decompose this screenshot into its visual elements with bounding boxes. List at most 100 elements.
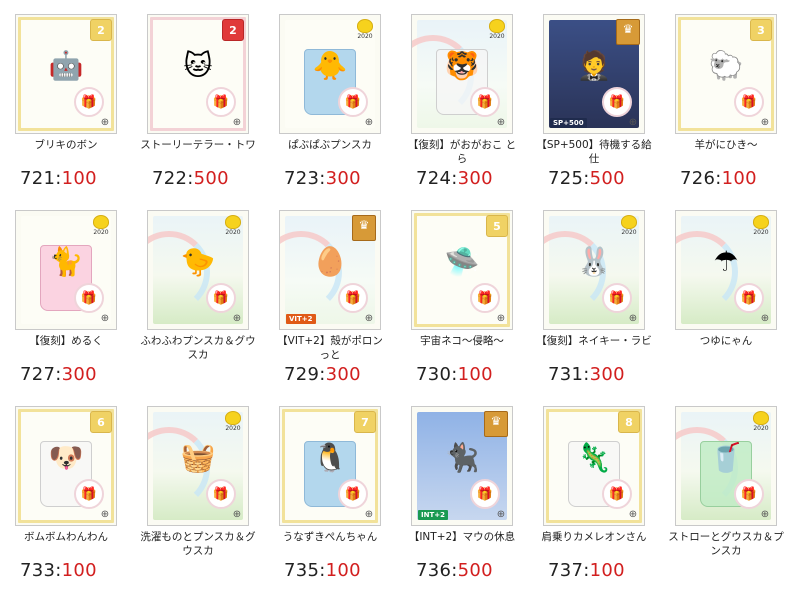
item-card[interactable]: 🐧 7 🎁 ⊕ xyxy=(279,406,381,526)
zoom-icon[interactable]: ⊕ xyxy=(759,509,771,521)
gift-icon[interactable]: 🎁 xyxy=(734,87,764,117)
gift-icon[interactable]: 🎁 xyxy=(74,283,104,313)
item-value: 500 xyxy=(193,168,229,189)
item-card[interactable]: 🛸 5 🎁 ⊕ xyxy=(411,210,513,330)
item-name: 【SP+500】待機する給仕 xyxy=(536,139,652,165)
item-number: 730 xyxy=(416,364,452,385)
zoom-icon[interactable]: ⊕ xyxy=(627,509,639,521)
item-name: 洗濯ものとプンスカ＆グウスカ xyxy=(140,531,256,557)
gift-icon[interactable]: 🎁 xyxy=(470,87,500,117)
item-number: 735 xyxy=(284,560,320,581)
chick-2020-badge: 2020 xyxy=(354,19,376,43)
zoom-icon[interactable]: ⊕ xyxy=(627,117,639,129)
chick-2020-badge: 2020 xyxy=(750,215,772,239)
badge-year: 2020 xyxy=(621,229,637,236)
gift-icon[interactable]: 🎁 xyxy=(470,283,500,313)
zoom-icon[interactable]: ⊕ xyxy=(231,509,243,521)
item-name: つゆにゃん xyxy=(699,335,753,347)
zoom-icon[interactable]: ⊕ xyxy=(99,313,111,325)
chick-icon xyxy=(93,215,109,229)
item-artwork: 🐱 xyxy=(183,48,213,82)
item-number: 737 xyxy=(548,560,584,581)
item-card[interactable]: 🐯 2020 🎁 ⊕ xyxy=(411,14,513,134)
item-cell: 🦎 8 🎁 ⊕ 肩乗りカメレオンさん 737:100 xyxy=(528,392,660,590)
gift-icon[interactable]: 🎁 xyxy=(206,283,236,313)
zoom-icon[interactable]: ⊕ xyxy=(759,117,771,129)
item-card[interactable]: ☂ 2020 🎁 ⊕ xyxy=(675,210,777,330)
item-artwork: 🥤 xyxy=(708,440,744,474)
gift-icon[interactable]: 🎁 xyxy=(734,283,764,313)
item-card[interactable]: 🐈‍⬛ ♛ 🎁 ⊕ INT+2 xyxy=(411,406,513,526)
zoom-icon[interactable]: ⊕ xyxy=(99,509,111,521)
item-score: 722:500 xyxy=(152,168,229,189)
item-number: 729 xyxy=(284,364,320,385)
badge-year: 2020 xyxy=(225,229,241,236)
gift-icon[interactable]: 🎁 xyxy=(338,87,368,117)
item-card[interactable]: 🐈 2020 🎁 ⊕ xyxy=(15,210,117,330)
item-cell: 🥚 ♛ 🎁 ⊕ VIT+2 【VIT+2】殻がポロンっと 729:300 xyxy=(264,196,396,394)
item-artwork: 🐤 xyxy=(180,244,216,278)
badge-year: 2020 xyxy=(357,33,373,40)
zoom-icon[interactable]: ⊕ xyxy=(231,313,243,325)
item-card[interactable]: 🐤 2020 🎁 ⊕ xyxy=(147,210,249,330)
item-card[interactable]: 🐑 3 🎁 ⊕ xyxy=(675,14,777,134)
item-card[interactable]: 🐱 2 🎁 ⊕ xyxy=(147,14,249,134)
item-artwork: 🐈 xyxy=(48,244,84,278)
item-value: 300 xyxy=(325,168,361,189)
gift-icon[interactable]: 🎁 xyxy=(734,479,764,509)
badge-year: 2020 xyxy=(225,425,241,432)
chick-2020-badge: 2020 xyxy=(486,19,508,43)
item-card[interactable]: 🤖 2 🎁 ⊕ xyxy=(15,14,117,134)
chick-icon xyxy=(753,411,769,425)
item-value: 100 xyxy=(61,560,97,581)
zoom-icon[interactable]: ⊕ xyxy=(363,117,375,129)
gift-icon[interactable]: 🎁 xyxy=(602,87,632,117)
item-artwork: ☂ xyxy=(713,244,739,278)
item-card[interactable]: 🧺 2020 🎁 ⊕ xyxy=(147,406,249,526)
gift-icon[interactable]: 🎁 xyxy=(338,283,368,313)
rarity-badge: 8 xyxy=(618,411,640,433)
gift-icon[interactable]: 🎁 xyxy=(206,87,236,117)
gift-icon[interactable]: 🎁 xyxy=(338,479,368,509)
zoom-icon[interactable]: ⊕ xyxy=(627,313,639,325)
zoom-icon[interactable]: ⊕ xyxy=(495,117,507,129)
gift-icon[interactable]: 🎁 xyxy=(602,479,632,509)
item-card[interactable]: 🥚 ♛ 🎁 ⊕ VIT+2 xyxy=(279,210,381,330)
zoom-icon[interactable]: ⊕ xyxy=(231,117,243,129)
zoom-icon[interactable]: ⊕ xyxy=(99,117,111,129)
item-name: ぱぶぱぶプンスカ xyxy=(288,139,372,151)
item-card[interactable]: 🦎 8 🎁 ⊕ xyxy=(543,406,645,526)
item-name: ふわふわプンスカ＆グウスカ xyxy=(140,335,256,361)
item-artwork: 🐰 xyxy=(576,244,612,278)
item-card[interactable]: 🥤 2020 🎁 ⊕ xyxy=(675,406,777,526)
item-score: 729:300 xyxy=(284,364,361,385)
badge-year: 2020 xyxy=(753,229,769,236)
item-score: 733:100 xyxy=(20,560,97,581)
item-card[interactable]: 🐶 6 🎁 ⊕ xyxy=(15,406,117,526)
gift-icon[interactable]: 🎁 xyxy=(74,479,104,509)
zoom-icon[interactable]: ⊕ xyxy=(759,313,771,325)
item-artwork: 🧺 xyxy=(180,440,216,474)
item-artwork: 🐧 xyxy=(312,440,348,474)
zoom-icon[interactable]: ⊕ xyxy=(363,313,375,325)
item-value: 300 xyxy=(457,168,493,189)
item-artwork: 🥚 xyxy=(312,244,348,278)
chick-2020-badge: 2020 xyxy=(90,215,112,239)
item-artwork: 🐥 xyxy=(312,48,348,82)
zoom-icon[interactable]: ⊕ xyxy=(495,313,507,325)
gift-icon[interactable]: 🎁 xyxy=(206,479,236,509)
item-card[interactable]: 🐥 2020 🎁 ⊕ xyxy=(279,14,381,134)
gift-icon[interactable]: 🎁 xyxy=(470,479,500,509)
zoom-icon[interactable]: ⊕ xyxy=(495,509,507,521)
item-cell: 🐈 2020 🎁 ⊕ 【復刻】めるく 727:300 xyxy=(0,196,132,394)
item-card[interactable]: 🐰 2020 🎁 ⊕ xyxy=(543,210,645,330)
rarity-badge: 3 xyxy=(750,19,772,41)
gift-icon[interactable]: 🎁 xyxy=(602,283,632,313)
gift-icon[interactable]: 🎁 xyxy=(74,87,104,117)
chick-2020-badge: 2020 xyxy=(222,215,244,239)
zoom-icon[interactable]: ⊕ xyxy=(363,509,375,521)
item-score: 737:100 xyxy=(548,560,625,581)
item-score: 735:100 xyxy=(284,560,361,581)
item-cell: 🐧 7 🎁 ⊕ うなずきぺんちゃん 735:100 xyxy=(264,392,396,590)
item-card[interactable]: 🤵 ♛ 🎁 ⊕ SP+500 xyxy=(543,14,645,134)
